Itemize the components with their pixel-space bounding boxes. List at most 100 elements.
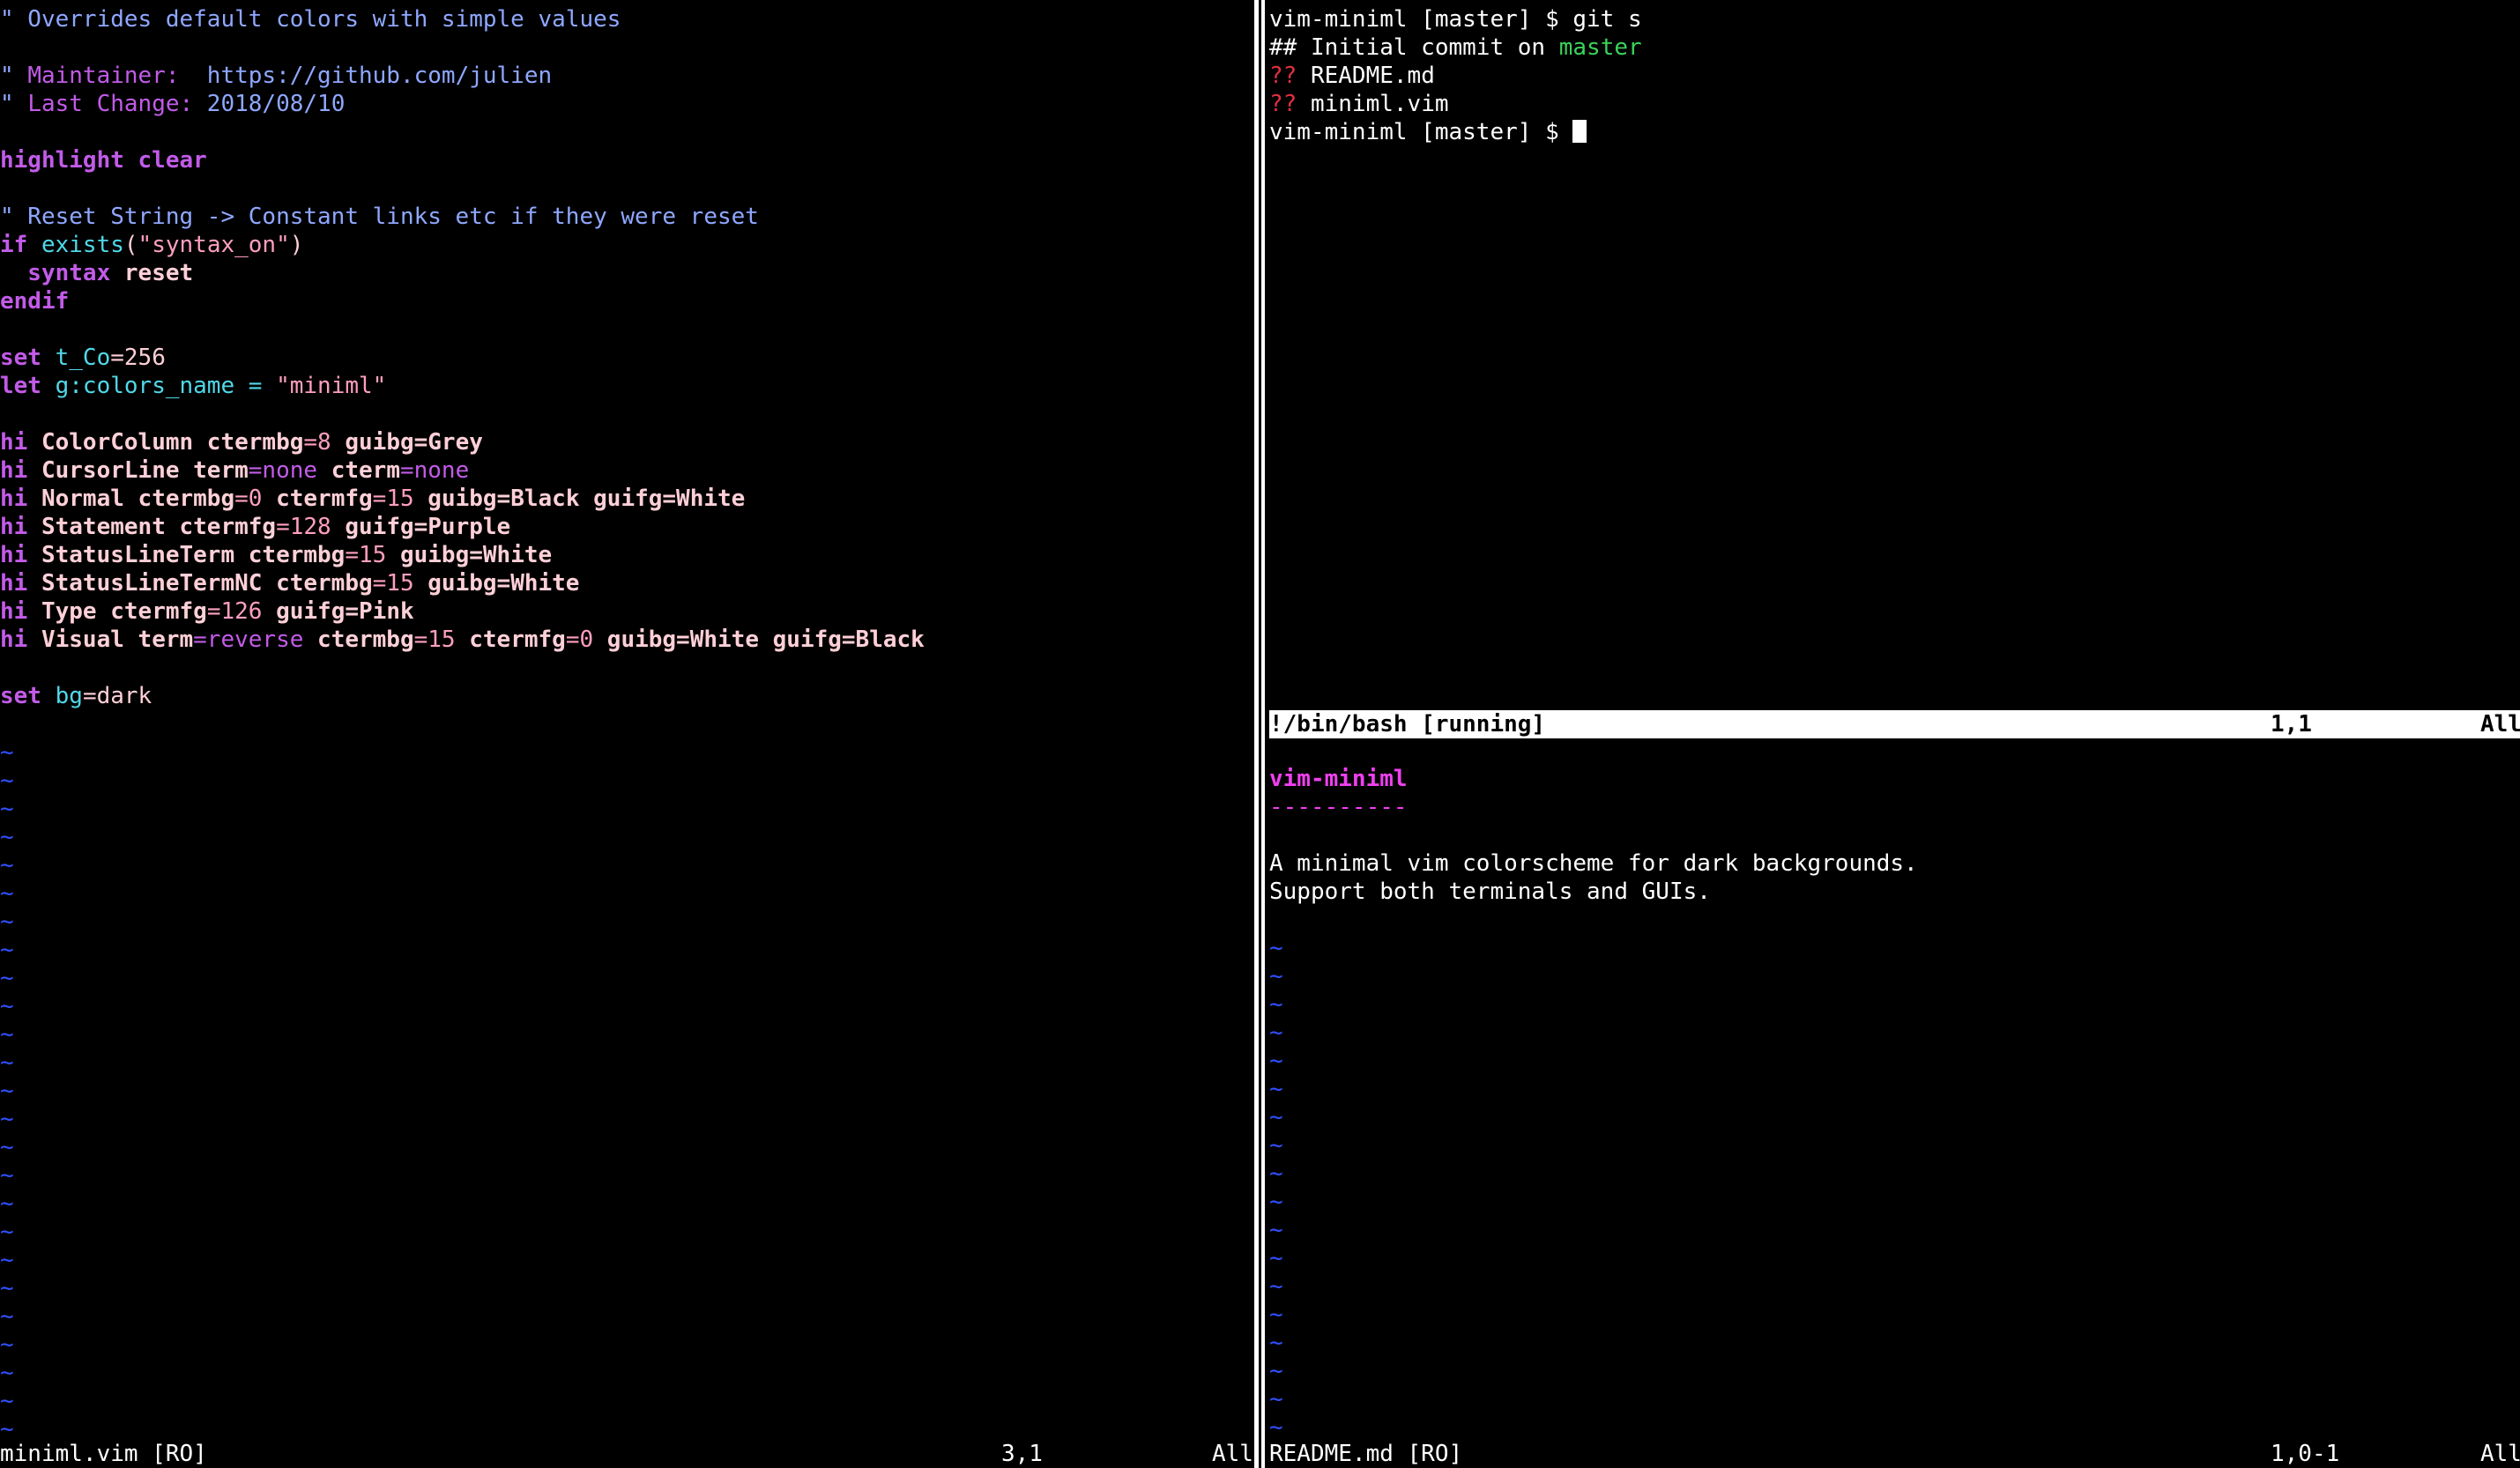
token: bg: [41, 683, 83, 709]
text-line: syntax reset: [0, 259, 193, 287]
token: hi: [0, 429, 28, 456]
right-status-line: README.md [RO] 1,0-1 All: [1269, 1440, 2520, 1468]
token: ??: [1269, 63, 1297, 89]
empty-line-marker: ~: [0, 852, 14, 879]
token: =0: [234, 486, 263, 512]
token: syntax: [0, 260, 111, 286]
empty-line-marker: ~: [1269, 1358, 1283, 1384]
token: StatusLineTerm ctermbg: [27, 542, 346, 568]
empty-line-marker: ~: [0, 1303, 14, 1330]
token: hi: [0, 486, 28, 512]
token: =none: [399, 457, 470, 484]
terminal-status-line: !/bin/bash [running] 1,1 All: [1269, 710, 2520, 738]
token: Support both terminals and GUIs.: [1269, 879, 1711, 905]
empty-line-marker: ~: [0, 824, 14, 850]
empty-line-marker: ~: [0, 1078, 14, 1104]
token: guibg=White guifg=Black: [593, 626, 925, 653]
terminal-status-position: 1,1: [2271, 711, 2312, 738]
token: =15: [372, 486, 414, 512]
empty-line-marker: ~: [1269, 1245, 1283, 1272]
token: if: [0, 232, 28, 258]
token: vim-miniml: [1269, 766, 1408, 792]
token: hi: [0, 626, 28, 653]
left-status-scroll: All: [1212, 1441, 1253, 1467]
token: README.md: [1297, 63, 1435, 89]
token: guifg=Purple: [331, 514, 511, 540]
text-line: ## Initial commit on master: [1269, 33, 1642, 62]
text-line: hi Visual term=reverse ctermbg=15 ctermf…: [0, 626, 925, 654]
text-line: highlight clear: [0, 146, 207, 174]
terminal-status-name: !/bin/bash [running]: [1269, 711, 1546, 738]
empty-line-marker: ~: [0, 767, 14, 794]
right-status-position: 1,0-1: [2271, 1441, 2340, 1467]
token: ": [0, 63, 28, 89]
text-line: ----------: [1269, 793, 1408, 821]
empty-line-marker: ~: [1269, 1301, 1283, 1328]
left-status-file: miniml.vim [RO]: [0, 1441, 207, 1467]
token: ## Initial commit on: [1269, 34, 1559, 61]
left-status-line: miniml.vim [RO] 3,1 All: [0, 1440, 1253, 1468]
token: guibg=White: [386, 542, 553, 568]
token: =256: [110, 345, 166, 371]
empty-line-marker: ~: [1269, 1019, 1283, 1046]
empty-line-marker: ~: [0, 1219, 14, 1245]
token: guifg=Pink: [262, 598, 414, 625]
text-line: ?? README.md: [1269, 62, 1435, 90]
empty-line-marker: ~: [1269, 1189, 1283, 1215]
text-line: " Overrides default colors with simple v…: [0, 5, 621, 33]
text-line: hi ColorColumn ctermbg=8 guibg=Grey: [0, 428, 483, 456]
text-line: hi Statement ctermfg=128 guifg=Purple: [0, 513, 510, 541]
token: =128: [276, 514, 331, 540]
empty-line-marker: ~: [1269, 1076, 1283, 1102]
empty-line-marker: ~: [0, 1275, 14, 1301]
token: exists: [27, 232, 124, 258]
token: =8: [303, 429, 331, 456]
token: cterm: [317, 457, 400, 484]
text-line: " Maintainer: https://github.com/julien: [0, 62, 552, 90]
token: https://github.com/julien: [179, 63, 553, 89]
token: CursorLine term: [27, 457, 249, 484]
token: "syntax_on": [138, 232, 290, 258]
token: =15: [372, 570, 414, 597]
token: =15: [345, 542, 387, 568]
token: hi: [0, 542, 28, 568]
empty-line-marker: ~: [1269, 1273, 1283, 1300]
token: hi: [0, 570, 28, 597]
token: ctermfg: [262, 486, 373, 512]
token: guibg=Grey: [331, 429, 483, 456]
editor-pane-miniml-vim[interactable]: " Overrides default colors with simple v…: [0, 5, 1252, 1440]
token: g:colors_name: [41, 373, 235, 399]
token: highlight clear: [0, 147, 207, 174]
terminal-pane[interactable]: vim-miniml [master] $ git s ## Initial co…: [1269, 5, 2520, 710]
text-line: Support both terminals and GUIs.: [1269, 878, 1711, 906]
text-line: vim-miniml [master] $ git s: [1269, 5, 1642, 33]
empty-line-marker: ~: [1269, 1160, 1283, 1187]
empty-line-marker: ~: [1269, 1104, 1283, 1131]
empty-line-marker: ~: [0, 1049, 14, 1076]
terminal-status-scroll: All: [2480, 711, 2520, 738]
text-line: hi StatusLineTermNC ctermbg=15 guibg=Whi…: [0, 569, 579, 597]
token: =0: [565, 626, 594, 653]
editor-pane-readme[interactable]: vim-miniml ---------- A minimal vim colors…: [1269, 765, 2520, 1440]
token: vim-miniml [master] $: [1269, 119, 1573, 145]
token: Maintainer:: [27, 63, 180, 89]
text-line: A minimal vim colorscheme for dark backg…: [1269, 849, 1918, 878]
token: =none: [248, 457, 318, 484]
text-line: hi Normal ctermbg=0 ctermfg=15 guibg=Bla…: [0, 485, 745, 513]
empty-line-marker: ~: [0, 993, 14, 1019]
token: guibg=Black guifg=White: [413, 486, 746, 512]
token: =dark: [82, 683, 152, 709]
token: ): [289, 232, 304, 258]
empty-line-marker: ~: [0, 1331, 14, 1358]
empty-line-marker: ~: [0, 796, 14, 822]
vertical-split-separator[interactable]: [1254, 0, 1267, 1468]
token: " Reset String -> Constant links etc if …: [0, 204, 759, 230]
token: ": [0, 91, 28, 117]
empty-line-marker: ~: [0, 880, 14, 907]
split-bar: [1254, 0, 1259, 1468]
text-line: hi CursorLine term=none cterm=none: [0, 456, 469, 485]
token: t_Co: [41, 345, 111, 371]
token: ctermbg: [303, 626, 414, 653]
token: ??: [1269, 91, 1297, 117]
empty-line-marker: ~: [0, 1134, 14, 1160]
